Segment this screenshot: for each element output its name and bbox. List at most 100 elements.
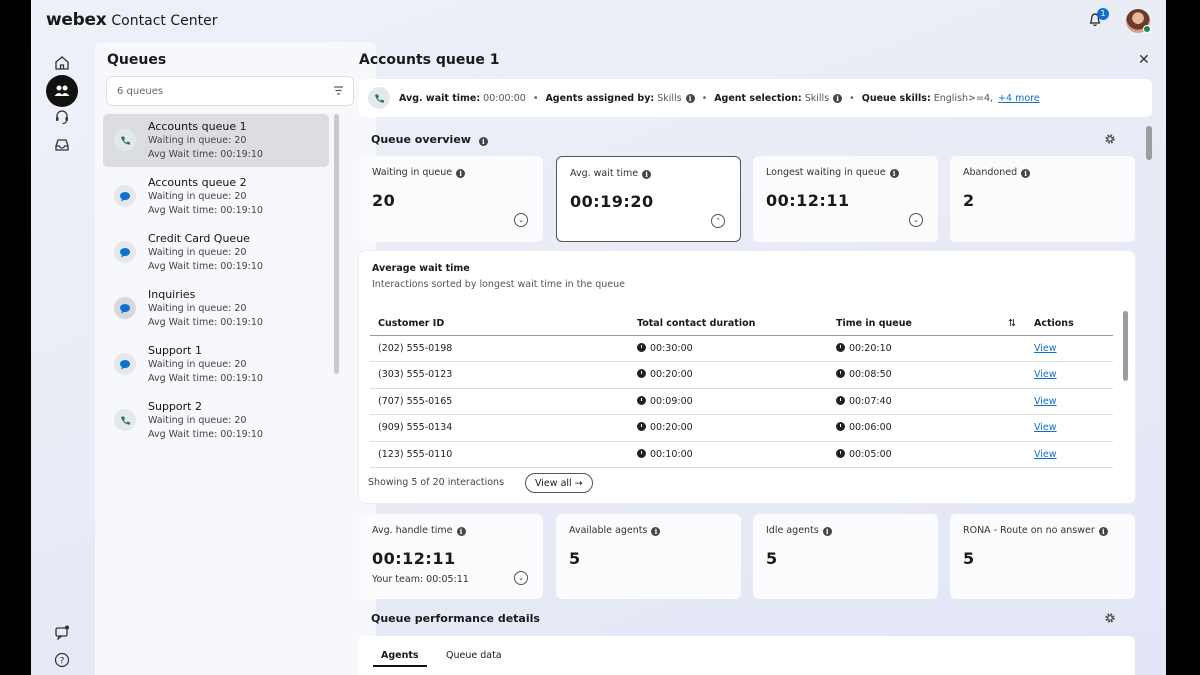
queue-name: Support 2: [148, 400, 202, 413]
cell-action: View: [1026, 388, 1113, 415]
performance-card: Agents Queue data: [359, 636, 1135, 675]
chevron-down-icon[interactable]: ⌄: [514, 571, 528, 585]
metric-card-longest-waiting[interactable]: Longest waiting in queue i 00:12:11 ⌄: [753, 156, 938, 242]
chat-icon: [114, 241, 136, 263]
chevron-down-icon[interactable]: ⌄: [909, 213, 923, 227]
help-icon[interactable]: ?: [49, 647, 75, 673]
brand-name: webex: [46, 10, 107, 30]
queue-item[interactable]: Inquiries Waiting in queue: 20 Avg Wait …: [103, 282, 329, 335]
headset-icon[interactable]: [49, 104, 75, 130]
queues-nav-icon[interactable]: [46, 75, 78, 107]
queue-avg-wait: Avg Wait time: 00:19:10: [148, 261, 263, 272]
gear-icon[interactable]: [1104, 612, 1116, 624]
view-link[interactable]: View: [1034, 369, 1057, 380]
home-icon[interactable]: [49, 50, 75, 76]
clock-icon: [836, 369, 845, 379]
tab-queue-data[interactable]: Queue data: [446, 650, 502, 661]
col-time-in-queue[interactable]: Time in queue ⇅: [828, 313, 1026, 336]
cell-customer-id: (303) 555-0123: [370, 361, 629, 389]
cell-action: View: [1026, 441, 1113, 468]
queue-avg-wait: Avg Wait time: 00:19:10: [148, 373, 263, 384]
cell-customer-id: (202) 555-0198: [370, 335, 629, 362]
view-link[interactable]: View: [1034, 396, 1057, 407]
queue-name: Accounts queue 1: [148, 120, 247, 133]
chevron-down-icon[interactable]: ⌄: [514, 213, 528, 227]
sort-icon[interactable]: ⇅: [1008, 318, 1016, 329]
metric-card-waiting[interactable]: Waiting in queue i 20 ⌄: [359, 156, 543, 242]
queue-search-input[interactable]: 6 queues: [106, 76, 354, 106]
view-link[interactable]: View: [1034, 449, 1057, 460]
clock-icon: [836, 448, 845, 458]
detail-title: Accounts queue 1: [359, 52, 500, 68]
feedback-icon[interactable]: [49, 619, 75, 645]
view-link[interactable]: View: [1034, 422, 1057, 433]
metric-value: 00:12:11: [766, 191, 850, 210]
team-comparison: Your team: 00:05:11: [372, 574, 469, 585]
info-icon[interactable]: i: [833, 93, 843, 103]
metric-card-avg-wait[interactable]: Avg. wait time i 00:19:20 ⌃: [556, 156, 741, 242]
chevron-up-icon[interactable]: ⌃: [711, 214, 725, 228]
main-scrollbar[interactable]: [1146, 126, 1152, 160]
info-icon[interactable]: i: [1021, 169, 1031, 178]
inbox-icon[interactable]: [49, 132, 75, 158]
cell-duration: 00:20:00: [629, 414, 828, 442]
view-link[interactable]: View: [1034, 343, 1057, 354]
chat-icon: [114, 185, 136, 207]
clock-icon: [637, 342, 646, 352]
queue-waiting: Waiting in queue: 20: [148, 415, 247, 426]
assigned-by-value: Skills: [657, 92, 682, 104]
metric-label: Waiting in queue i: [372, 167, 466, 178]
metric-label: Idle agents i: [766, 525, 832, 536]
table-row: (303) 555-0123 00:20:00 00:08:50 View: [370, 361, 1113, 389]
clock-icon: [637, 422, 646, 432]
queue-item[interactable]: Support 2 Waiting in queue: 20 Avg Wait …: [103, 394, 329, 447]
gear-icon[interactable]: [1104, 133, 1116, 145]
queue-item[interactable]: Accounts queue 1 Waiting in queue: 20 Av…: [103, 114, 329, 167]
queue-item[interactable]: Support 1 Waiting in queue: 20 Avg Wait …: [103, 338, 329, 391]
tab-agents[interactable]: Agents: [373, 650, 427, 667]
info-icon[interactable]: i: [822, 527, 832, 536]
wait-time-table-card: Average wait time Interactions sorted by…: [359, 251, 1135, 503]
metric-value: 20: [372, 191, 396, 210]
metric-card-handle-time[interactable]: Avg. handle time i 00:12:11 Your team: 00…: [359, 514, 543, 599]
info-icon[interactable]: i: [1098, 527, 1108, 536]
queue-waiting: Waiting in queue: 20: [148, 359, 247, 370]
queue-count-text: 6 queues: [117, 85, 164, 97]
queue-info-bar: Avg. wait time: 00:00:00 • Agents assign…: [359, 79, 1152, 117]
filter-icon[interactable]: [333, 86, 344, 95]
info-icon[interactable]: i: [456, 527, 466, 536]
view-all-button[interactable]: View all →: [525, 473, 593, 493]
notification-badge: 1: [1097, 8, 1109, 20]
clock-icon: [836, 422, 845, 432]
metric-label: Avg. handle time i: [372, 525, 466, 536]
app-window: webex Contact Center 1 ? Queues 6 queues…: [31, 0, 1166, 675]
queue-avg-wait: Avg Wait time: 00:19:10: [148, 317, 263, 328]
info-icon[interactable]: i: [478, 137, 488, 146]
metric-card-available-agents: Available agents i 5: [556, 514, 741, 599]
queue-avg-wait: Avg Wait time: 00:19:10: [148, 205, 263, 216]
phone-icon: [114, 409, 136, 431]
cell-customer-id: (909) 555-0134: [370, 414, 629, 442]
table-scrollbar[interactable]: [1123, 311, 1128, 381]
info-icon[interactable]: i: [456, 169, 466, 178]
close-icon[interactable]: ✕: [1138, 52, 1150, 68]
queue-item[interactable]: Accounts queue 2 Waiting in queue: 20 Av…: [103, 170, 329, 223]
info-icon[interactable]: i: [889, 169, 899, 178]
clock-icon: [637, 395, 646, 405]
queue-list-scrollbar[interactable]: [334, 114, 339, 374]
info-icon[interactable]: i: [642, 170, 652, 179]
chat-icon: [114, 353, 136, 375]
info-icon[interactable]: i: [651, 527, 661, 536]
col-actions: Actions: [1026, 313, 1113, 336]
queue-waiting: Waiting in queue: 20: [148, 247, 247, 258]
metric-value: 5: [766, 549, 778, 568]
cell-time-in-queue: 00:20:10: [828, 335, 1026, 362]
queue-name: Support 1: [148, 344, 202, 357]
queues-panel: Queues 6 queues Accounts queue 1 Waiting…: [95, 42, 376, 675]
table-row: (707) 555-0165 00:09:00 00:07:40 View: [370, 388, 1113, 415]
cell-duration: 00:10:00: [629, 441, 828, 468]
info-icon[interactable]: i: [685, 93, 695, 103]
more-skills-link[interactable]: +4 more: [998, 93, 1040, 104]
interactions-table: Customer ID Total contact duration Time …: [370, 313, 1113, 468]
queue-item[interactable]: Credit Card Queue Waiting in queue: 20 A…: [103, 226, 329, 279]
